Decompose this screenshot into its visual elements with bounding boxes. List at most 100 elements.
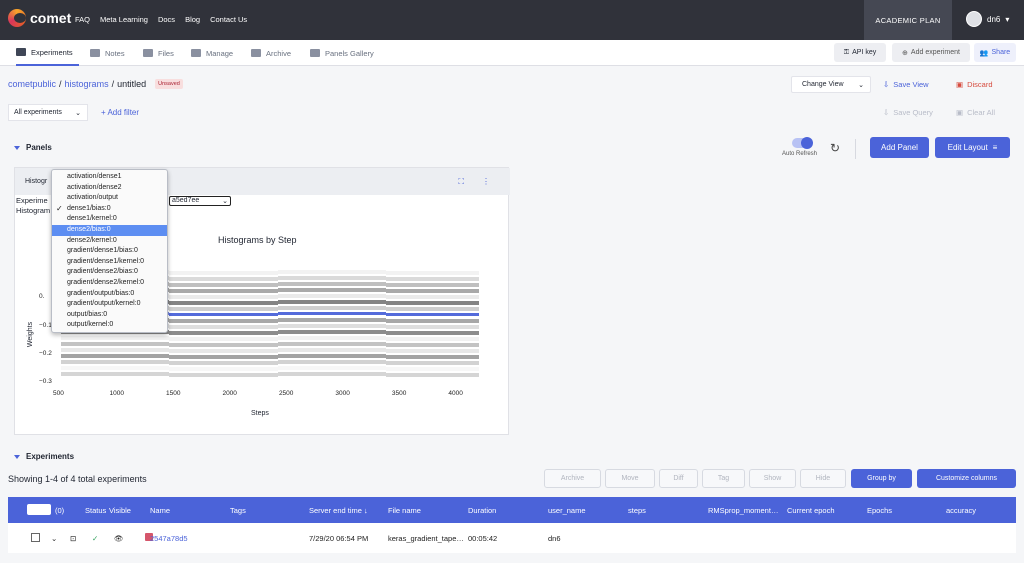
add-experiment-button[interactable]: ⊕ Add experiment xyxy=(892,43,970,62)
experiment-name-link[interactable]: 2547a78d5 xyxy=(150,534,188,543)
column-duration[interactable]: Duration xyxy=(468,506,496,515)
dropdown-option[interactable]: gradient/output/kernel:0 xyxy=(52,299,167,310)
dropdown-option[interactable]: gradient/dense1/kernel:0 xyxy=(52,257,167,268)
group-by-button[interactable]: Group by xyxy=(851,469,912,488)
histogram-density-band xyxy=(61,342,170,346)
user-menu[interactable]: dn6 ▾ xyxy=(966,11,1009,27)
open-in-new-icon[interactable]: ⊡ xyxy=(70,534,76,543)
y-tick-label: −0.3 xyxy=(39,378,52,385)
histogram-density-band xyxy=(169,295,278,299)
hide-button[interactable]: Hide xyxy=(800,469,846,488)
dropdown-option[interactable]: gradient/dense2/kernel:0 xyxy=(52,278,167,289)
dropdown-option[interactable]: dense2/kernel:0 xyxy=(52,236,167,247)
chevron-down-icon: ⌄ xyxy=(75,109,81,117)
dropdown-option[interactable]: output/bias:0 xyxy=(52,310,167,321)
fullscreen-icon[interactable]: ⛶ xyxy=(458,177,464,186)
tab-panels-gallery[interactable]: Panels Gallery xyxy=(310,40,374,66)
row-checkbox[interactable] xyxy=(31,533,40,542)
nav-link-contact-us[interactable]: Contact Us xyxy=(210,15,247,24)
column-file-name[interactable]: File name xyxy=(388,506,421,515)
auto-refresh-toggle[interactable] xyxy=(792,137,813,149)
histogram-density-band xyxy=(386,343,479,347)
share-button[interactable]: 👥 Share xyxy=(974,43,1016,62)
histogram-density-band xyxy=(169,325,278,329)
dropdown-option[interactable]: output/kernel:0 xyxy=(52,320,167,331)
dropdown-option[interactable]: activation/output xyxy=(52,193,167,204)
edit-layout-label: Edit Layout xyxy=(947,143,988,152)
column-name[interactable]: Name xyxy=(150,506,170,515)
column-tags[interactable]: Tags xyxy=(230,506,246,515)
experiments-icon xyxy=(16,48,26,56)
dropdown-option-checked[interactable]: dense1/bias:0 xyxy=(52,204,167,215)
x-tick-label: 2000 xyxy=(222,390,237,397)
dropdown-option[interactable]: gradient/dense1/bias:0 xyxy=(52,246,167,257)
column-current-epoch[interactable]: Current epoch xyxy=(787,506,835,515)
histogram-density-band xyxy=(169,283,278,287)
comet-logo[interactable]: comet xyxy=(8,9,71,27)
histogram-density-band xyxy=(386,307,479,311)
academic-plan-button[interactable]: ACADEMIC PLAN xyxy=(864,0,952,40)
experiment-select[interactable]: a5ed7ee ⌄ xyxy=(169,196,231,206)
tab-notes[interactable]: Notes xyxy=(90,40,125,66)
column-rmsprop-moment[interactable]: RMSprop_moment… xyxy=(708,506,778,515)
breadcrumb-view: untitled xyxy=(117,79,147,89)
discard-button[interactable]: ▣ Discard xyxy=(956,80,993,89)
clear-all-button[interactable]: ▣ Clear All xyxy=(956,108,995,117)
tab-experiments[interactable]: Experiments xyxy=(16,40,79,66)
histogram-density-band xyxy=(169,373,278,377)
add-filter-button[interactable]: + Add filter xyxy=(101,108,139,117)
column-steps[interactable]: steps xyxy=(628,506,646,515)
refresh-icon[interactable]: ↻ xyxy=(830,141,840,155)
add-panel-button[interactable]: Add Panel xyxy=(870,137,929,158)
more-vertical-icon[interactable]: ⋮ xyxy=(482,177,490,186)
nav-link-docs[interactable]: Docs xyxy=(158,15,175,24)
tab-files[interactable]: Files xyxy=(143,40,174,66)
dropdown-option[interactable]: gradient/dense2/bias:0 xyxy=(52,267,167,278)
panels-section-toggle[interactable]: Panels xyxy=(14,143,52,152)
experiments-section-toggle[interactable]: Experiments xyxy=(14,452,74,461)
histogram-density-band xyxy=(277,336,387,340)
breadcrumb-project[interactable]: histograms xyxy=(65,79,109,89)
histogram-density-band xyxy=(169,277,278,281)
x-tick-label: 1000 xyxy=(109,390,124,397)
save-query-button[interactable]: ⇩ Save Query xyxy=(883,108,933,117)
expand-row-icon[interactable]: ⌄ xyxy=(51,534,57,543)
tab-archive[interactable]: Archive xyxy=(251,40,291,66)
dropdown-option[interactable]: activation/dense1 xyxy=(52,172,167,183)
column-epochs[interactable]: Epochs xyxy=(867,506,892,515)
column-visible[interactable]: Visible xyxy=(109,506,131,515)
x-tick-label: 2500 xyxy=(278,390,294,397)
tab-manage[interactable]: Manage xyxy=(191,40,233,66)
nav-link-faq[interactable]: FAQ xyxy=(75,15,90,24)
column-accuracy[interactable]: accuracy xyxy=(946,506,976,515)
breadcrumb-workspace[interactable]: cometpublic xyxy=(8,79,56,89)
edit-layout-button[interactable]: Edit Layout ≡ xyxy=(935,137,1010,158)
select-all-checkbox[interactable] xyxy=(27,504,51,515)
nav-link-meta-learning[interactable]: Meta Learning xyxy=(100,15,148,24)
column-user-name[interactable]: user_name xyxy=(548,506,586,515)
histogram-density-band xyxy=(386,325,479,329)
move-button[interactable]: Move xyxy=(605,469,655,488)
dropdown-option-highlighted[interactable]: dense2/bias:0 xyxy=(52,224,167,236)
column-server-end-time[interactable]: Server end time ↓ xyxy=(309,506,368,515)
customize-columns-button[interactable]: Customize columns xyxy=(917,469,1016,488)
histogram-density-band xyxy=(386,319,479,323)
user-name-cell: dn6 xyxy=(548,534,561,543)
show-button[interactable]: Show xyxy=(749,469,796,488)
manage-icon xyxy=(191,49,201,57)
nav-link-blog[interactable]: Blog xyxy=(185,15,200,24)
dropdown-option[interactable]: dense1/kernel:0 xyxy=(52,214,167,225)
dropdown-option[interactable]: gradient/output/bias:0 xyxy=(52,289,167,300)
archive-button[interactable]: Archive xyxy=(544,469,601,488)
diff-button[interactable]: Diff xyxy=(659,469,698,488)
experiment-filter-select[interactable]: All experiments ⌄ xyxy=(8,104,88,121)
tag-button[interactable]: Tag xyxy=(702,469,745,488)
column-status[interactable]: Status xyxy=(85,506,106,515)
visibility-eye-icon[interactable]: 👁 xyxy=(114,534,124,543)
api-key-button[interactable]: ⚿ API key xyxy=(834,43,886,62)
save-view-button[interactable]: ⇩ Save View xyxy=(883,80,929,89)
divider xyxy=(855,139,856,159)
change-view-select[interactable]: Change View ⌄ xyxy=(791,76,871,93)
dropdown-option[interactable]: activation/dense2 xyxy=(52,183,167,194)
x-axis-label: Steps xyxy=(251,410,269,417)
